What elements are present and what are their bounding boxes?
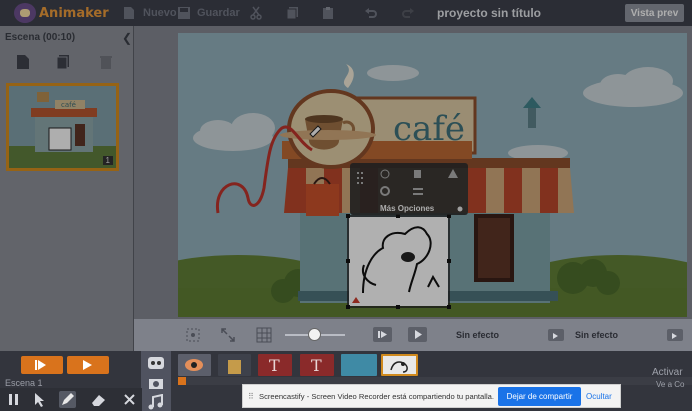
exit-arrow-icon xyxy=(672,333,677,339)
play-icon xyxy=(415,330,422,339)
save-button[interactable]: Guardar xyxy=(177,5,240,21)
eye-icon xyxy=(185,359,203,371)
save-icon xyxy=(178,7,190,19)
cafe-scene: café Más Opciones xyxy=(178,33,687,317)
camera-icon[interactable] xyxy=(147,375,165,391)
text-chip-label-2: T xyxy=(311,356,322,375)
zoom-slider-knob[interactable] xyxy=(308,328,321,341)
scene-number-badge: 1 xyxy=(102,156,113,165)
collapse-panel-icon[interactable]: ❮ xyxy=(122,31,132,45)
stage-control-bar: Sin efecto Sin efecto xyxy=(134,319,692,351)
pen-icon[interactable] xyxy=(59,391,76,408)
timeline-chip-bag[interactable] xyxy=(218,354,251,376)
scene-header: Escena (00:10) xyxy=(5,32,76,43)
enter-effect-value[interactable]: Sin efecto xyxy=(456,330,499,340)
enter-effect-icon xyxy=(378,331,387,338)
activation-watermark-subtitle: Ve a Co xyxy=(656,380,685,389)
music-icon[interactable] xyxy=(147,394,165,410)
animaker-editor: Animaker Nuevo Guardar proyecto sin títu… xyxy=(0,0,692,411)
undo-icon xyxy=(365,8,377,18)
logo-text: Animaker xyxy=(39,5,109,21)
canvas[interactable]: café Más Opciones xyxy=(178,33,687,317)
stop-sharing-button[interactable]: Dejar de compartir xyxy=(498,387,581,406)
undo-button[interactable] xyxy=(364,5,378,21)
fit-screen-icon[interactable] xyxy=(185,327,201,343)
redo-button[interactable] xyxy=(401,5,415,21)
copy-button[interactable] xyxy=(286,5,300,21)
library-column xyxy=(141,351,171,411)
timeline-chip-text-2[interactable]: T xyxy=(300,354,334,376)
timeline-play-button[interactable] xyxy=(67,356,109,374)
enter-effect-button[interactable] xyxy=(373,327,392,342)
sign-cafe-text: café xyxy=(393,109,465,149)
character-icon[interactable] xyxy=(147,355,165,371)
playhead-marker[interactable] xyxy=(178,377,186,385)
scene-tools xyxy=(0,52,134,74)
bag-icon xyxy=(228,360,241,374)
more-options-label[interactable]: Más Opciones xyxy=(380,204,435,213)
timeline-scene-label: Escena 1 xyxy=(5,378,43,388)
eraser-icon[interactable] xyxy=(90,391,107,408)
redo-icon xyxy=(402,8,414,18)
dog-icon xyxy=(390,361,408,373)
top-toolbar: Animaker Nuevo Guardar proyecto sin títu… xyxy=(0,0,692,26)
exit-effect-button[interactable] xyxy=(548,329,564,341)
play-button[interactable] xyxy=(408,327,427,342)
logo-mascot-icon xyxy=(14,3,36,23)
expand-icon[interactable] xyxy=(220,327,236,343)
exit-effect-button-2[interactable] xyxy=(667,329,683,341)
timeline-enter-button[interactable] xyxy=(21,356,63,374)
notification-message: Screencastify - Screen Video Recorder es… xyxy=(259,392,494,401)
scissors-icon xyxy=(250,6,262,20)
hide-notification-button[interactable]: Ocultar xyxy=(586,392,612,401)
drag-grip-icon[interactable]: ⠿ xyxy=(248,392,254,401)
close-icon[interactable] xyxy=(121,391,138,408)
scene-thumbnail-preview: café xyxy=(9,86,116,168)
enter-timeline-icon xyxy=(35,360,46,370)
add-scene-icon[interactable] xyxy=(16,54,30,70)
save-button-label: Guardar xyxy=(197,7,240,19)
timeline-play-icon xyxy=(83,360,92,370)
pause-icon[interactable] xyxy=(5,391,22,408)
paste-button[interactable] xyxy=(321,5,335,21)
scene-thumbnail[interactable]: café 1 xyxy=(6,83,119,171)
thumbnail-sign-text: café xyxy=(61,101,76,109)
scenes-panel: Escena (00:10) ❮ café 1 xyxy=(0,26,134,351)
delete-scene-icon[interactable] xyxy=(99,54,113,70)
exit-effect-value[interactable]: Sin efecto xyxy=(575,330,618,340)
paste-icon xyxy=(323,7,333,19)
activation-watermark-title: Activar xyxy=(652,367,683,378)
screen-share-notification: ⠿ Screencastify - Screen Video Recorder … xyxy=(242,384,621,408)
timeline-chip-sky[interactable] xyxy=(341,354,377,376)
timeline-chip-text-1[interactable]: T xyxy=(258,354,292,376)
text-chip-label-1: T xyxy=(269,356,280,375)
new-button-label: Nuevo xyxy=(143,7,177,19)
pointer-icon[interactable] xyxy=(31,391,48,408)
timeline-chip-dog[interactable] xyxy=(381,354,418,376)
new-file-icon xyxy=(124,7,134,19)
preview-button[interactable]: Vista prev xyxy=(625,4,684,22)
copy-icon xyxy=(286,7,298,20)
duplicate-scene-icon[interactable] xyxy=(56,54,70,70)
cut-button[interactable] xyxy=(249,5,263,21)
timeline-chip-eye[interactable] xyxy=(178,354,211,376)
new-button[interactable]: Nuevo xyxy=(122,5,177,21)
draw-toolbar xyxy=(0,388,142,411)
project-title[interactable]: proyecto sin título xyxy=(437,6,541,20)
app-logo[interactable]: Animaker xyxy=(14,2,109,24)
exit-effect-icon xyxy=(553,333,558,339)
grid-icon[interactable] xyxy=(256,327,272,343)
